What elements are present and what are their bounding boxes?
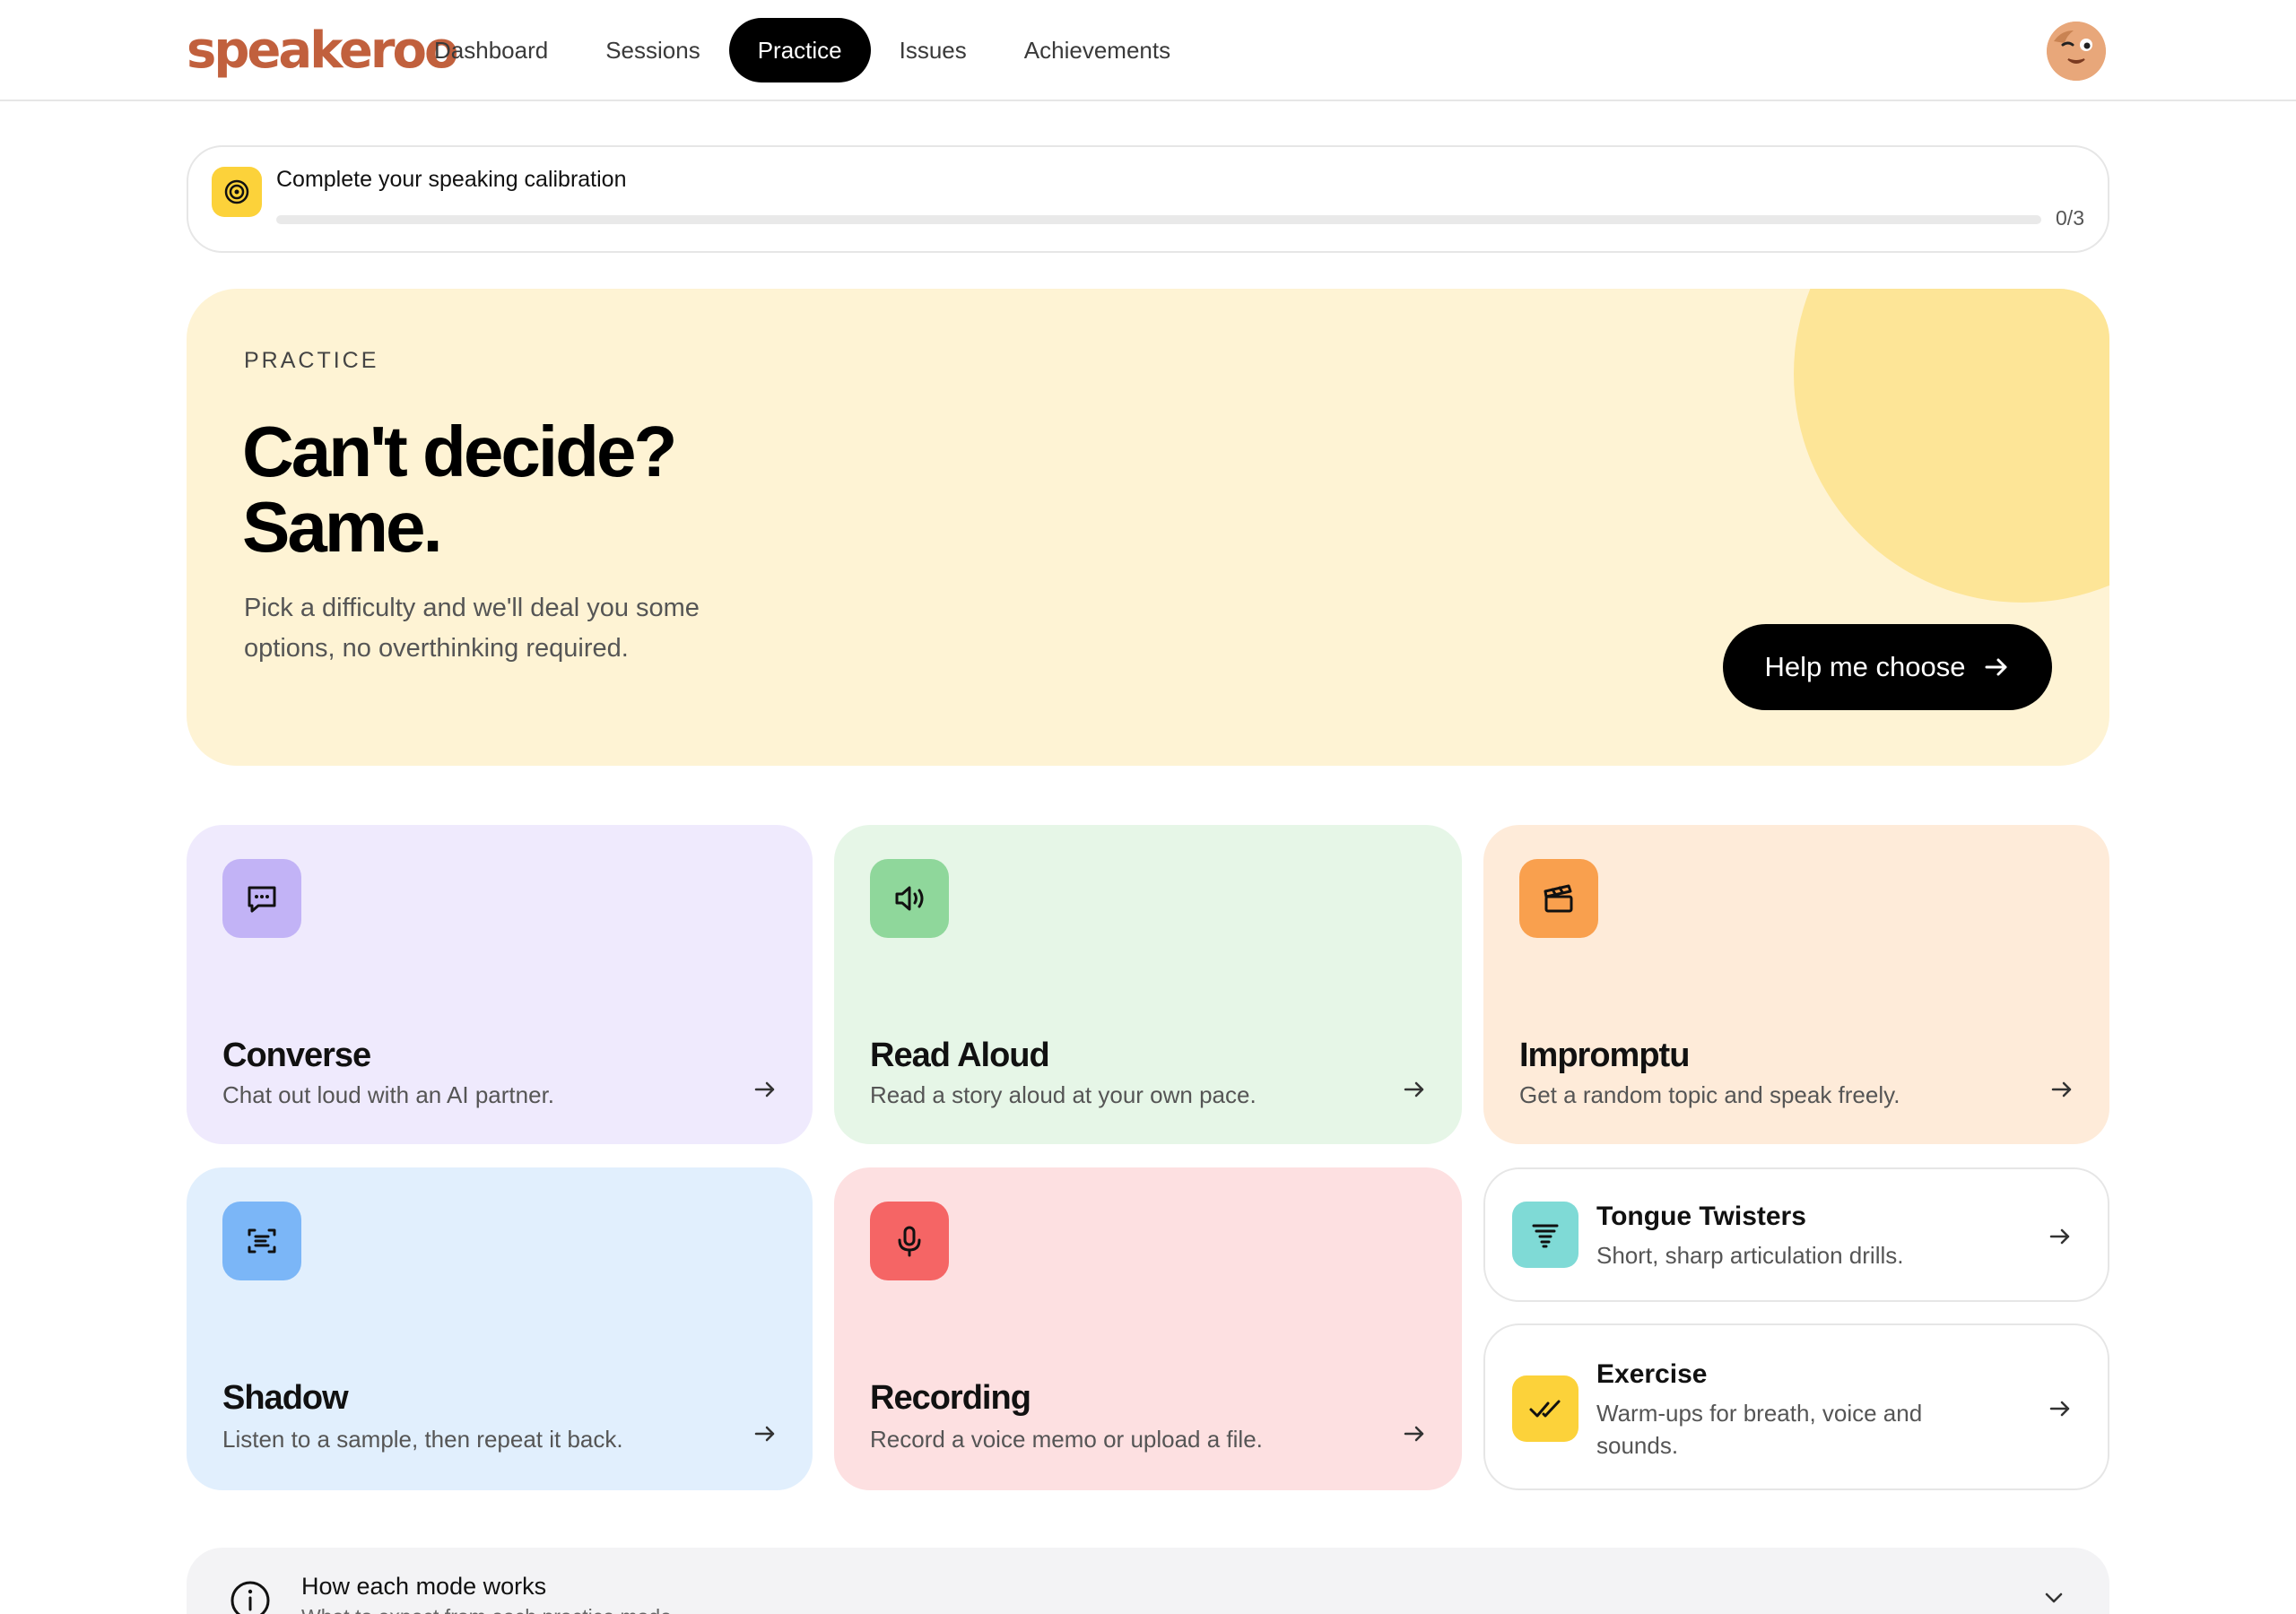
avatar[interactable] xyxy=(2047,22,2106,81)
calibration-count: 0/3 xyxy=(2056,206,2084,230)
chevron-down-icon[interactable] xyxy=(2041,1585,2066,1610)
read-aloud-desc: Read a story aloud at your own pace. xyxy=(870,1081,1257,1108)
arrow-right-icon xyxy=(1404,1426,1424,1442)
arrow-right-icon xyxy=(1404,1081,1424,1098)
top-nav: speakeroo Dashboard Sessions Practice Is… xyxy=(0,0,2296,101)
how-modes-work-subtitle: What to expect from each practice mode xyxy=(301,1605,672,1614)
nav-item-sessions[interactable]: Sessions xyxy=(577,18,729,82)
calibration-title: Complete your speaking calibration xyxy=(276,167,627,192)
converse-icon-box xyxy=(222,859,301,938)
mode-card-read-aloud[interactable]: Read Aloud Read a story aloud at your ow… xyxy=(834,825,1462,1144)
mode-card-impromptu[interactable]: Impromptu Get a random topic and speak f… xyxy=(1483,825,2109,1144)
calibration-icon-box xyxy=(212,167,262,217)
impromptu-icon-box xyxy=(1519,859,1598,938)
info-icon xyxy=(230,1581,270,1614)
how-modes-work-accordion[interactable]: How each mode works What to expect from … xyxy=(187,1548,2109,1614)
double-check-icon xyxy=(1529,1400,1561,1418)
arrow-right-icon xyxy=(754,1081,775,1098)
tongue-twisters-title: Tongue Twisters xyxy=(1596,1202,1806,1231)
help-me-choose-label: Help me choose xyxy=(1764,651,1966,682)
arrow-right-icon xyxy=(2049,1401,2070,1417)
extra-card-exercise[interactable]: Exercise Warm-ups for breath, voice and … xyxy=(1483,1323,2109,1490)
calibration-banner[interactable]: Complete your speaking calibration 0/3 xyxy=(187,145,2109,253)
calibration-progress-bar xyxy=(276,215,2041,224)
target-icon xyxy=(224,179,249,204)
converse-desc: Chat out loud with an AI partner. xyxy=(222,1081,555,1108)
exercise-icon-box xyxy=(1512,1375,1578,1442)
recording-icon-box xyxy=(870,1202,949,1280)
speaker-icon xyxy=(895,886,924,911)
converse-title: Converse xyxy=(222,1037,371,1074)
user-avatar-face-icon xyxy=(2047,22,2106,81)
hero-eyebrow: PRACTICE xyxy=(244,348,379,373)
scan-text-icon xyxy=(248,1228,276,1254)
help-me-choose-button[interactable]: Help me choose xyxy=(1723,624,2052,710)
mode-card-shadow[interactable]: Shadow Listen to a sample, then repeat i… xyxy=(187,1167,813,1490)
nav-links: Dashboard Sessions Practice Issues Achie… xyxy=(405,18,1199,82)
impromptu-title: Impromptu xyxy=(1519,1037,1690,1074)
impromptu-desc: Get a random topic and speak freely. xyxy=(1519,1081,1900,1108)
arrow-right-icon xyxy=(754,1426,775,1442)
nav-item-dashboard[interactable]: Dashboard xyxy=(405,18,577,82)
arrow-right-icon xyxy=(2051,1081,2072,1098)
tornado-icon xyxy=(1532,1224,1559,1248)
exercise-desc: Warm-ups for breath, voice and sounds. xyxy=(1596,1400,1923,1459)
hero-panel: PRACTICE Can't decide? Same. Pick a diff… xyxy=(187,289,2109,766)
tongue-twisters-icon-box xyxy=(1512,1202,1578,1268)
shadow-icon-box xyxy=(222,1202,301,1280)
arrow-right-icon xyxy=(2049,1228,2070,1245)
shadow-title: Shadow xyxy=(222,1379,349,1417)
microphone-icon xyxy=(898,1226,921,1257)
extra-card-tongue-twisters[interactable]: Tongue Twisters Short, sharp articulatio… xyxy=(1483,1167,2109,1302)
mode-card-recording[interactable]: Recording Record a voice memo or upload … xyxy=(834,1167,1462,1490)
nav-item-issues[interactable]: Issues xyxy=(871,18,996,82)
hero-subtitle: Pick a difficulty and we'll deal you som… xyxy=(244,594,700,663)
exercise-title: Exercise xyxy=(1596,1359,1708,1389)
mode-card-converse[interactable]: Converse Chat out loud with an AI partne… xyxy=(187,825,813,1144)
hero-title: Can't decide? Same. xyxy=(242,412,677,567)
hero-decorative-circle xyxy=(1794,289,2109,603)
how-modes-work-title: How each mode works xyxy=(301,1573,547,1600)
nav-item-achievements[interactable]: Achievements xyxy=(996,18,1199,82)
read-aloud-title: Read Aloud xyxy=(870,1037,1050,1074)
read-aloud-icon-box xyxy=(870,859,949,938)
clapperboard-icon xyxy=(1544,884,1573,913)
recording-title: Recording xyxy=(870,1379,1031,1417)
chat-bubble-icon xyxy=(248,886,276,913)
tongue-twisters-desc: Short, sharp articulation drills. xyxy=(1596,1242,1904,1269)
arrow-right-icon xyxy=(1985,658,2006,676)
nav-item-practice[interactable]: Practice xyxy=(728,18,871,82)
shadow-desc: Listen to a sample, then repeat it back. xyxy=(222,1426,623,1453)
recording-desc: Record a voice memo or upload a file. xyxy=(870,1426,1263,1453)
